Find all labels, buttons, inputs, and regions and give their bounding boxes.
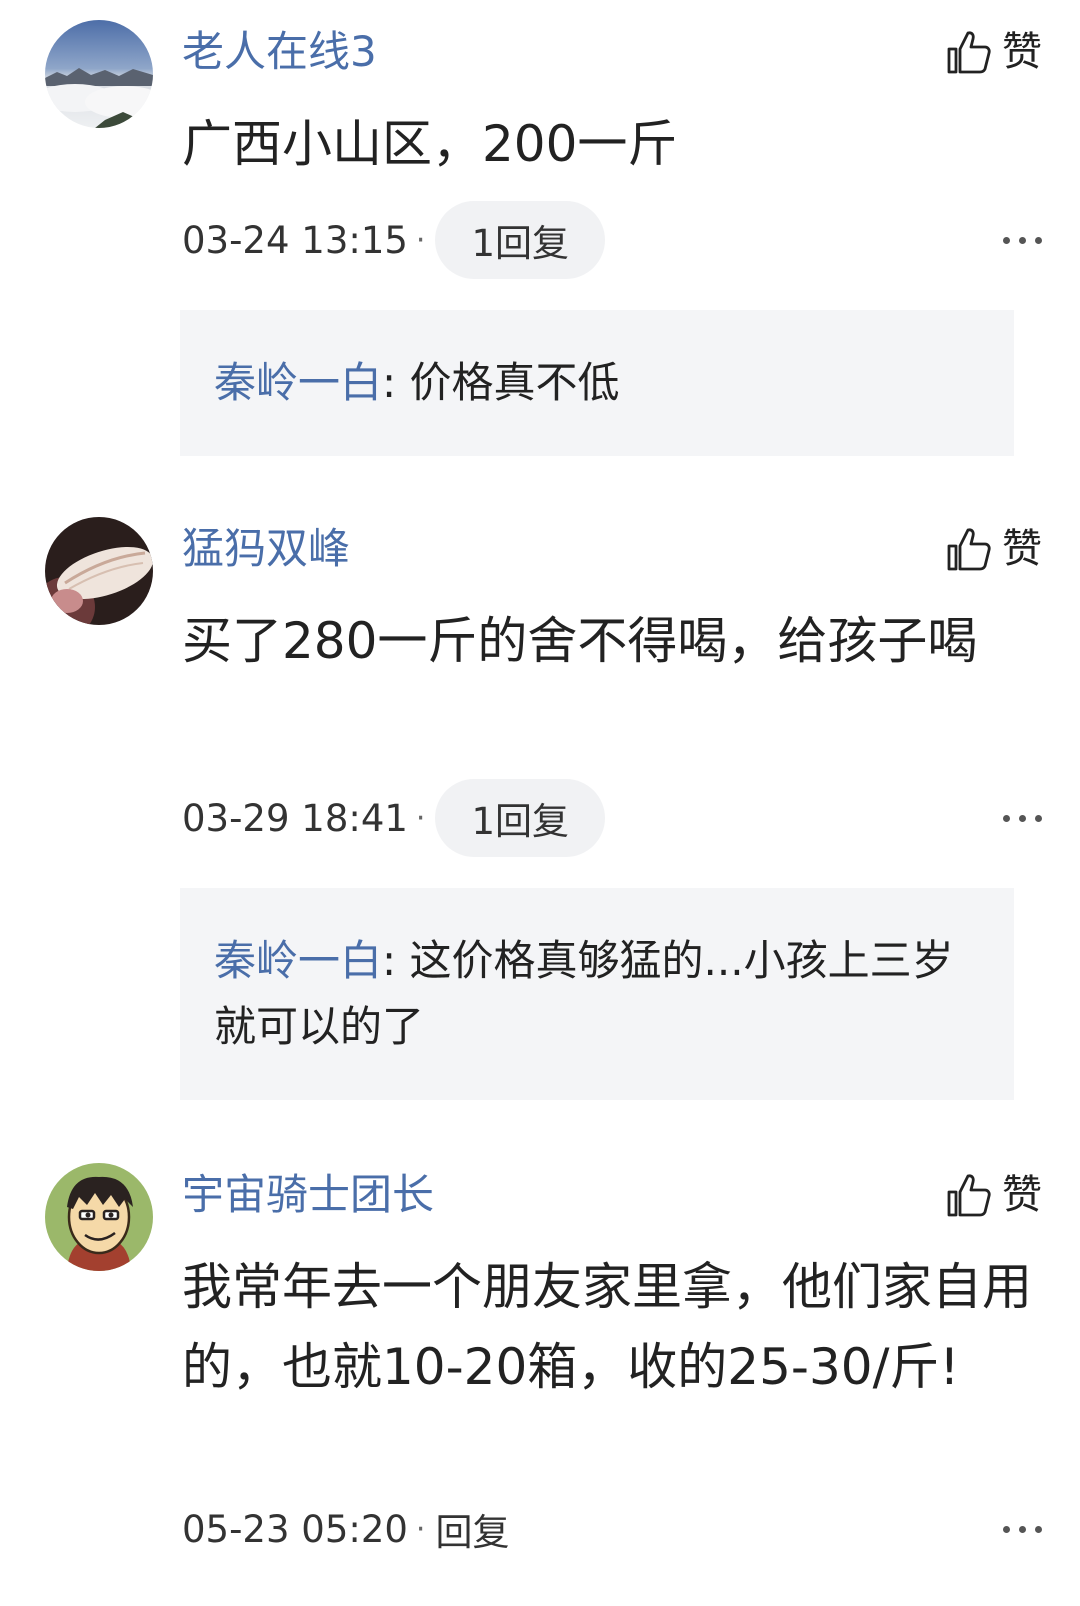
avatar-image <box>45 517 153 625</box>
reply-text: 价格真不低 <box>409 358 620 407</box>
dot <box>1019 814 1026 822</box>
like-button[interactable]: 赞 <box>946 1167 1042 1223</box>
dot <box>1003 1525 1010 1533</box>
comment-time: 03-24 13:15 <box>182 218 408 262</box>
username[interactable]: 老人在线3 <box>182 24 377 80</box>
dot <box>1035 1525 1042 1533</box>
reply-count-button[interactable]: 1回复 <box>435 201 605 279</box>
dot <box>1003 814 1010 822</box>
comment-text: 买了280一斤的舍不得喝，给孩子喝 <box>182 612 978 670</box>
like-label: 赞 <box>1002 1172 1042 1218</box>
dot <box>1003 236 1010 244</box>
more-dots-icon[interactable] <box>1003 201 1042 279</box>
reply-author[interactable]: 秦岭一白 <box>214 358 382 407</box>
comment-meta: 03-29 18:41 · 1回复 <box>182 779 605 857</box>
avatar-image <box>45 1163 153 1271</box>
avatar-image <box>45 20 153 128</box>
avatar[interactable] <box>45 20 153 128</box>
avatar[interactable] <box>45 517 153 625</box>
comment-time: 05-23 05:20 <box>182 1507 408 1551</box>
comment-text: 我常年去一个朋友家里拿，他们家自用的，也就10-20箱，收的25-30/斤! <box>182 1258 1032 1396</box>
dot <box>1019 1525 1026 1533</box>
reply-colon: : <box>382 936 410 985</box>
reply-preview[interactable]: 秦岭一白: 这价格真够猛的...小孩上三岁就可以的了 <box>180 888 1014 1100</box>
reply-colon: : <box>382 358 410 407</box>
like-label: 赞 <box>1002 526 1042 572</box>
reply-button[interactable]: 回复 <box>435 1502 509 1556</box>
thumbs-up-icon <box>947 1174 991 1217</box>
like-label: 赞 <box>1002 29 1042 75</box>
reply-count-button[interactable]: 1回复 <box>435 779 605 857</box>
more-dots-icon[interactable] <box>1003 779 1042 857</box>
dot <box>1035 236 1042 244</box>
comment-meta: 05-23 05:20 · 回复 <box>182 1490 509 1568</box>
username[interactable]: 猛犸双峰 <box>182 521 350 577</box>
avatar[interactable] <box>45 1163 153 1271</box>
reply-author[interactable]: 秦岭一白 <box>214 936 382 985</box>
comment-time: 03-29 18:41 <box>182 796 408 840</box>
dot <box>1019 236 1026 244</box>
thumbs-up-icon <box>947 31 991 74</box>
username[interactable]: 宇宙骑士团长 <box>182 1167 434 1223</box>
dot <box>1035 814 1042 822</box>
more-dots-icon[interactable] <box>1003 1490 1042 1568</box>
like-button[interactable]: 赞 <box>946 521 1042 577</box>
reply-preview[interactable]: 秦岭一白: 价格真不低 <box>180 310 1014 456</box>
like-button[interactable]: 赞 <box>946 24 1042 80</box>
meta-separator: · <box>415 222 426 258</box>
meta-separator: · <box>415 800 426 836</box>
meta-separator: · <box>415 1511 426 1547</box>
comment-meta: 03-24 13:15 · 1回复 <box>182 201 605 279</box>
thumbs-up-icon <box>947 528 991 571</box>
comment-text: 广西小山区，200一斤 <box>182 115 678 173</box>
